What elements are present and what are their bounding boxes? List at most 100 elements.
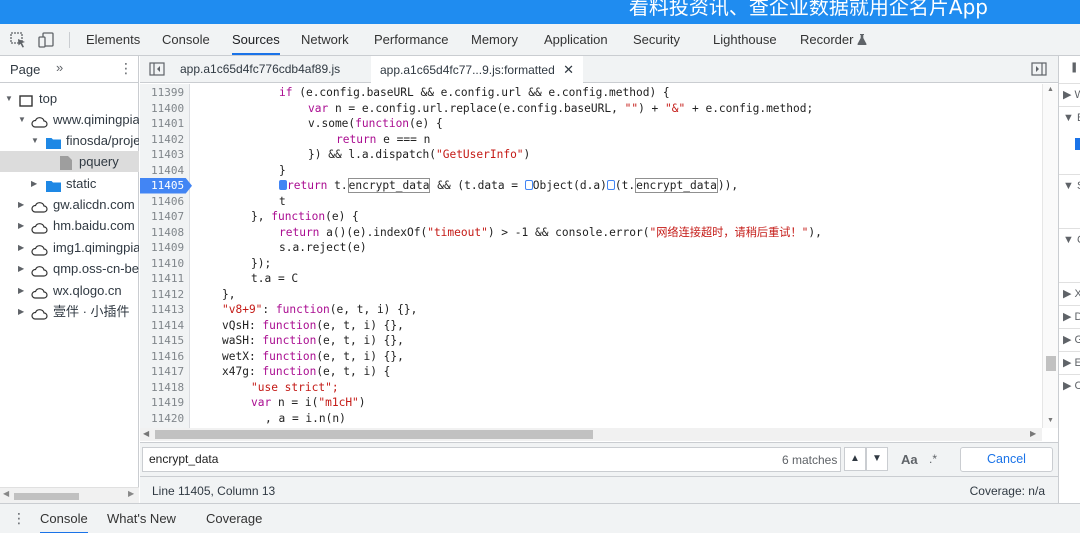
line-number[interactable]: 11418	[140, 380, 190, 396]
section-call-stack[interactable]: ▼ C	[1059, 229, 1080, 251]
scroll-right-arrow-icon[interactable]: ▶	[128, 489, 134, 498]
drawer-tab-whats-new[interactable]: What's New	[107, 504, 176, 533]
tree-item-top[interactable]: ▼ top	[0, 88, 139, 109]
device-toggle-icon[interactable]	[38, 32, 56, 48]
inline-breakpoint-icon[interactable]	[524, 180, 533, 190]
pause-icon[interactable]: ❚❚	[1070, 62, 1080, 73]
line-number[interactable]: 11416	[140, 349, 190, 365]
tree-item-domain[interactable]: ▶ gw.alicdn.com	[0, 194, 139, 215]
line-number[interactable]: 11406	[140, 194, 190, 210]
line-number[interactable]: 11401	[140, 116, 190, 132]
line-number[interactable]: 11419	[140, 395, 190, 411]
previous-match-button[interactable]: ▲	[844, 447, 866, 471]
navigator-horizontal-scrollbar[interactable]: ◀ ▶	[0, 487, 139, 503]
search-input[interactable]: encrypt_data	[142, 447, 841, 472]
next-match-button[interactable]: ▼	[866, 447, 888, 471]
line-number[interactable]: 11413	[140, 302, 190, 318]
line-number[interactable]: 11414	[140, 318, 190, 334]
line-number[interactable]: 11403	[140, 147, 190, 163]
line-number[interactable]: 11400	[140, 101, 190, 117]
inline-breakpoint-icon[interactable]	[606, 180, 615, 190]
section-watch[interactable]: ▶ W	[1059, 84, 1080, 106]
expanded-triangle-icon: ▼	[18, 115, 26, 124]
drawer-tab-console[interactable]: Console	[40, 504, 88, 533]
editor-horizontal-scrollbar[interactable]: ◀ ▶	[140, 428, 1042, 441]
tree-item-folder[interactable]: ▼ finosda/project	[0, 130, 139, 151]
scroll-down-arrow-icon[interactable]: ▼	[1047, 417, 1054, 424]
tree-item-domain[interactable]: ▶ qmp.oss-cn-beijing	[0, 258, 139, 279]
toggle-debugger-icon[interactable]	[1031, 62, 1047, 79]
inline-breakpoint-icon[interactable]	[279, 180, 287, 190]
section-scope[interactable]: ▼ S	[1059, 175, 1080, 197]
file-tab-app-js[interactable]: app.a1c65d4fc776cdb4af89.js	[174, 56, 346, 83]
tab-recorder[interactable]: Recorder	[800, 24, 867, 55]
code-editor[interactable]: 11399 11400 11401 11402 11403 11404 1140…	[140, 84, 1058, 428]
cloud-icon	[31, 262, 48, 279]
line-number[interactable]: 11411	[140, 271, 190, 287]
line-number-gutter[interactable]: 11399 11400 11401 11402 11403 11404 1140…	[140, 84, 192, 428]
cursor-position[interactable]: Line 11405, Column 13	[152, 484, 275, 498]
line-number[interactable]: 11399	[140, 85, 190, 101]
drawer-toolbar: ⋮ Console What's New Coverage	[0, 503, 1080, 533]
toggle-navigator-icon[interactable]	[149, 62, 165, 79]
scroll-left-arrow-icon[interactable]: ◀	[143, 429, 149, 438]
kebab-menu-icon[interactable]: ⋮	[119, 60, 133, 77]
tab-sources[interactable]: Sources	[232, 24, 280, 55]
more-tabs-chevron-icon[interactable]: »	[56, 60, 63, 75]
tab-network[interactable]: Network	[301, 24, 349, 55]
line-number[interactable]: 11408	[140, 225, 190, 241]
tree-item-folder[interactable]: ▶ static	[0, 173, 139, 194]
scrollbar-thumb[interactable]	[155, 430, 593, 439]
tree-item-domain[interactable]: ▶ wx.qlogo.cn	[0, 280, 139, 301]
tab-elements[interactable]: Elements	[86, 24, 140, 55]
line-number[interactable]: 11420	[140, 411, 190, 427]
drawer-tab-coverage[interactable]: Coverage	[206, 504, 262, 533]
coverage-status[interactable]: Coverage: n/a	[970, 484, 1045, 498]
line-number[interactable]: 11417	[140, 364, 190, 380]
section-event-listener-breakpoints[interactable]: ▶ E	[1059, 352, 1080, 374]
line-number[interactable]: 11407	[140, 209, 190, 225]
tab-application[interactable]: Application	[544, 24, 608, 55]
navigator-tab-page[interactable]: Page	[10, 62, 40, 77]
breakpoint-line-number[interactable]: 11405	[140, 178, 192, 194]
line-number[interactable]: 11415	[140, 333, 190, 349]
kebab-menu-icon[interactable]: ⋮	[12, 510, 26, 527]
inspect-element-icon[interactable]	[10, 32, 28, 48]
section-dom-breakpoints[interactable]: ▶ D	[1059, 306, 1080, 328]
editor-vertical-scrollbar[interactable]: ▲ ▼	[1042, 84, 1058, 428]
checkbox-checked-icon[interactable]	[1075, 138, 1080, 150]
line-number[interactable]: 11412	[140, 287, 190, 303]
tree-item-extension[interactable]: ▶ 壹伴 · 小插件	[0, 301, 139, 322]
scroll-left-arrow-icon[interactable]: ◀	[3, 489, 9, 498]
cancel-search-button[interactable]: Cancel	[960, 447, 1053, 472]
scrollbar-thumb[interactable]	[14, 493, 79, 500]
tab-security[interactable]: Security	[633, 24, 680, 55]
match-case-button[interactable]: Aa	[901, 452, 918, 467]
tab-console[interactable]: Console	[162, 24, 210, 55]
code-token: (e) {	[325, 210, 359, 223]
line-number[interactable]: 11404	[140, 163, 190, 179]
tree-item-domain[interactable]: ▶ img1.qimingpian.cn	[0, 237, 139, 258]
scroll-right-arrow-icon[interactable]: ▶	[1030, 429, 1036, 438]
line-number[interactable]: 11402	[140, 132, 190, 148]
tree-item-domain[interactable]: ▼ www.qimingpian.cn	[0, 109, 139, 130]
scroll-up-arrow-icon[interactable]: ▲	[1047, 86, 1054, 93]
line-number[interactable]: 11409	[140, 240, 190, 256]
tree-item-domain[interactable]: ▶ hm.baidu.com	[0, 215, 139, 236]
code-token: :	[262, 303, 276, 316]
regex-button[interactable]: .*	[929, 452, 937, 466]
code-line: waSH: function(e, t, i) {},	[222, 333, 404, 349]
tab-lighthouse[interactable]: Lighthouse	[713, 24, 777, 55]
scrollbar-thumb[interactable]	[1046, 356, 1056, 371]
tree-item-file-selected[interactable]: pquery	[0, 151, 139, 172]
close-icon[interactable]: ✕	[563, 62, 574, 77]
section-xhr-breakpoints[interactable]: ▶ X	[1059, 283, 1080, 305]
flask-icon	[857, 34, 867, 45]
section-breakpoints[interactable]: ▼ B	[1059, 107, 1080, 129]
tab-performance[interactable]: Performance	[374, 24, 448, 55]
section-global-listeners[interactable]: ▶ G	[1059, 329, 1080, 351]
section-csp-breakpoints[interactable]: ▶ C	[1059, 375, 1080, 397]
file-tab-app-js-formatted[interactable]: app.a1c65d4fc77...9.js:formatted ✕	[371, 56, 584, 84]
line-number[interactable]: 11410	[140, 256, 190, 272]
tab-memory[interactable]: Memory	[471, 24, 518, 55]
